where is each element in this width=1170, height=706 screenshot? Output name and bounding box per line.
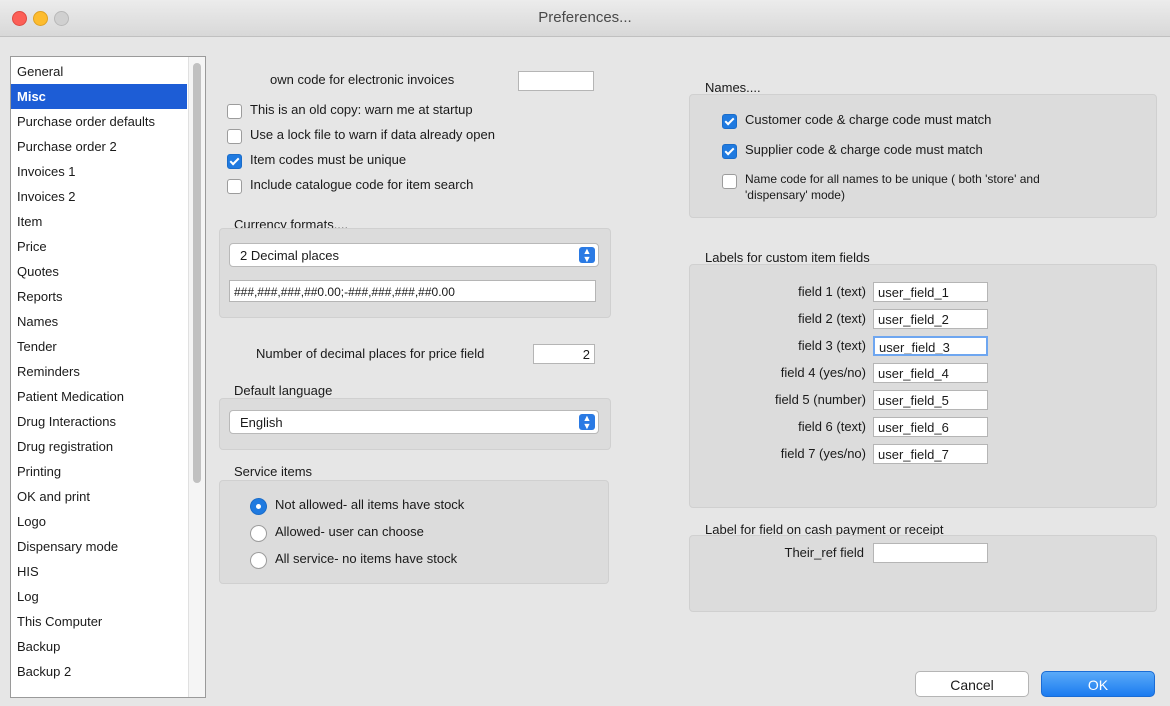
chevron-updown-icon: ▲ ▼ [579,414,595,431]
window-title: Preferences... [538,9,632,26]
names-checkbox[interactable] [722,174,737,189]
sidebar-item-purchase-order-2[interactable]: Purchase order 2 [11,134,187,159]
sidebar-item-log[interactable]: Log [11,584,187,609]
custom-field-input[interactable]: user_field_3 [873,336,988,356]
preferences-sidebar: General Misc Purchase order defaults Purcha… [10,56,206,698]
sidebar-item-dispensary-mode[interactable]: Dispensary mode [11,534,187,559]
service-item-radio[interactable] [250,525,267,542]
currency-formats-panel: 2 Decimal places ▲ ▼ ###,###,###,##0.00;-… [219,228,611,318]
custom-field-label: field 6 (text) [798,419,866,434]
names-checkbox[interactable] [722,144,737,159]
custom-field-input[interactable]: user_field_1 [873,282,988,302]
custom-field-label: field 7 (yes/no) [780,446,866,461]
sidebar-item-backup[interactable]: Backup [11,634,187,659]
currency-format-string-input[interactable]: ###,###,###,##0.00;-###,###,###,##0.00 [229,280,596,302]
names-checkbox-label-line2: 'dispensary' mode) [745,188,845,202]
sidebar-scrollbar-thumb[interactable] [193,63,201,483]
misc-checkbox[interactable] [227,104,242,119]
custom-field-label: field 2 (text) [798,311,866,326]
sidebar-list: General Misc Purchase order defaults Purcha… [11,59,187,684]
sidebar-item-invoices-2[interactable]: Invoices 2 [11,184,187,209]
misc-checkbox[interactable] [227,179,242,194]
decimal-places-input[interactable]: 2 [533,344,595,364]
custom-field-input[interactable]: user_field_2 [873,309,988,329]
sidebar-item-his[interactable]: HIS [11,559,187,584]
service-item-radio[interactable] [250,552,267,569]
sidebar-item-patient-medication[interactable]: Patient Medication [11,384,187,409]
sidebar-item-quotes[interactable]: Quotes [11,259,187,284]
custom-field-input[interactable]: user_field_7 [873,444,988,464]
service-item-radio-label: Allowed- user can choose [275,524,424,539]
sidebar-item-drug-registration[interactable]: Drug registration [11,434,187,459]
sidebar-item-drug-interactions[interactable]: Drug Interactions [11,409,187,434]
custom-field-input[interactable]: user_field_5 [873,390,988,410]
default-language-select[interactable]: English ▲ ▼ [229,410,599,434]
sidebar-item-item[interactable]: Item [11,209,187,234]
sidebar-item-general[interactable]: General [11,59,187,84]
service-item-radio-label: Not allowed- all items have stock [275,497,465,512]
custom-field-label: field 1 (text) [798,284,866,299]
service-item-radio[interactable] [250,498,267,515]
custom-field-input[interactable]: user_field_6 [873,417,988,437]
cancel-button[interactable]: Cancel [915,671,1029,697]
sidebar-item-this-computer[interactable]: This Computer [11,609,187,634]
names-checkbox-label: Customer code & charge code must match [745,112,992,127]
currency-format-select[interactable]: 2 Decimal places ▲ ▼ [229,243,599,267]
misc-checkbox-label: Use a lock file to warn if data already … [250,127,495,142]
misc-checkbox[interactable] [227,154,242,169]
names-checkbox-label: Supplier code & charge code must match [745,142,983,157]
sidebar-item-reminders[interactable]: Reminders [11,359,187,384]
names-section-label: Names.... [705,80,761,95]
own-code-label: own code for electronic invoices [270,72,455,87]
decimal-places-label: Number of decimal places for price field [256,346,485,361]
misc-checkbox-label: Include catalogue code for item search [250,177,474,192]
sidebar-item-backup-2[interactable]: Backup 2 [11,659,187,684]
sidebar-item-printing[interactable]: Printing [11,459,187,484]
service-items-label: Service items [234,464,313,479]
sidebar-item-purchase-order-defaults[interactable]: Purchase order defaults [11,109,187,134]
default-language-label: Default language [234,383,333,398]
names-checkbox[interactable] [722,114,737,129]
sidebar-item-ok-and-print[interactable]: OK and print [11,484,187,509]
sidebar-item-price[interactable]: Price [11,234,187,259]
default-language-select-value: English [240,415,283,430]
sidebar-item-tender[interactable]: Tender [11,334,187,359]
ok-button[interactable]: OK [1041,671,1155,697]
currency-format-select-value: 2 Decimal places [240,248,339,263]
misc-checkbox-label: This is an old copy: warn me at startup [250,102,473,117]
default-language-panel: English ▲ ▼ [219,398,611,450]
own-code-input[interactable] [518,71,594,91]
custom-field-label: field 4 (yes/no) [780,365,866,380]
misc-checkbox-label: Item codes must be unique [250,152,407,167]
their-ref-input[interactable] [873,543,988,563]
sidebar-item-misc[interactable]: Misc [11,84,187,109]
chevron-updown-icon: ▲ ▼ [579,247,595,264]
their-ref-label: Their_ref field [784,545,864,560]
custom-field-input[interactable]: user_field_4 [873,363,988,383]
sidebar-item-reports[interactable]: Reports [11,284,187,309]
sidebar-item-invoices-1[interactable]: Invoices 1 [11,159,187,184]
custom-field-label: field 5 (number) [774,392,866,407]
misc-checkbox[interactable] [227,129,242,144]
sidebar-scrollbar[interactable] [188,57,205,697]
custom-fields-section-label: Labels for custom item fields [705,250,870,265]
service-item-radio-label: All service- no items have stock [275,551,458,566]
sidebar-item-logo[interactable]: Logo [11,509,187,534]
names-checkbox-label: Name code for all names to be unique ( b… [745,172,1040,186]
title-bar: Preferences... [0,0,1170,37]
sidebar-item-names[interactable]: Names [11,309,187,334]
custom-field-label: field 3 (text) [798,338,866,353]
